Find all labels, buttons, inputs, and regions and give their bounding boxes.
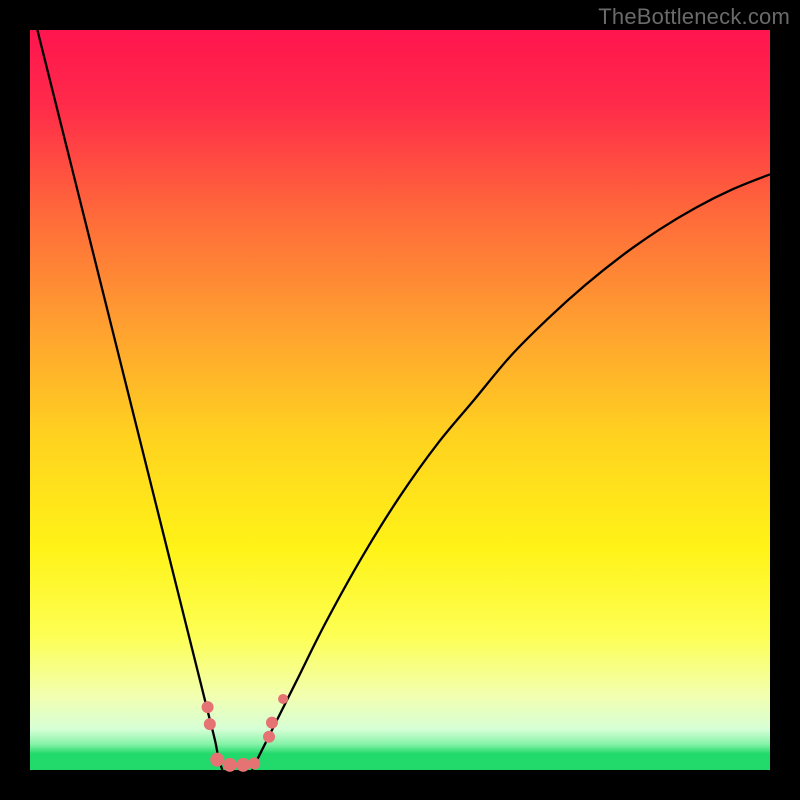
data-point [263, 731, 275, 743]
chart-frame: TheBottleneck.com [0, 0, 800, 800]
data-point [204, 718, 216, 730]
data-point [223, 758, 237, 772]
data-point [236, 758, 250, 772]
green-band [30, 754, 770, 770]
gradient-background [30, 30, 770, 770]
data-point [278, 694, 288, 704]
bottleneck-chart [0, 0, 800, 800]
data-point [248, 757, 260, 769]
data-point [202, 701, 214, 713]
data-point [266, 717, 278, 729]
data-point [210, 753, 224, 767]
